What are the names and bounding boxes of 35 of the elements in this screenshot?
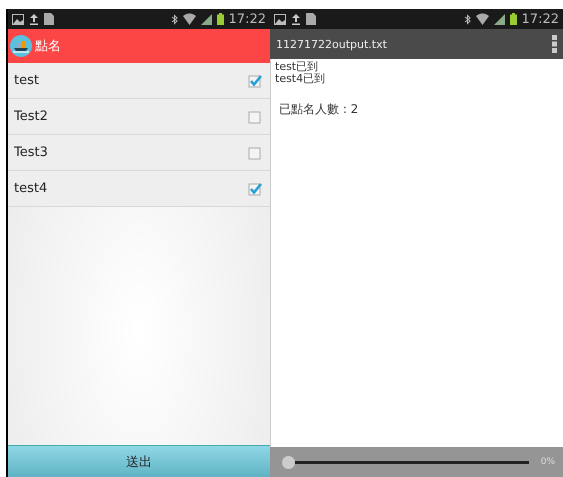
upload-icon [291,13,301,25]
status-time: 17:22 [228,12,266,26]
checkbox[interactable] [248,182,262,196]
checkbox[interactable] [248,146,262,160]
picture-icon [274,14,286,24]
app-title: 點名 [35,38,61,55]
sd-card-icon [44,13,54,25]
signal-icon [494,14,505,24]
bluetooth-icon [464,14,471,24]
list-item-label: Test3 [14,145,49,160]
ship-icon [10,35,32,57]
picture-icon [12,14,24,24]
attendance-count: 已點名人數 : 2 [278,101,360,118]
status-time: 17:22 [522,12,559,26]
slider-thumb[interactable] [282,456,295,468]
list-item-label: Test2 [14,109,49,124]
battery-icon [216,13,224,25]
progress-reading: 0% [540,457,555,467]
sd-card-icon [306,13,316,25]
list-item-label: test [14,73,40,88]
file-title: 11271722output.txt [276,38,387,50]
output-line: test已到 [275,61,320,73]
signal-icon [200,14,212,24]
wifi-icon [476,13,489,25]
seek-slider[interactable] [282,456,529,468]
bluetooth-icon [170,14,178,24]
upload-icon [29,13,39,25]
overflow-menu-icon[interactable] [552,35,557,53]
list-item-label: test4 [14,181,48,196]
battery-icon [510,13,517,25]
output-line: test4已到 [275,73,326,85]
checkbox[interactable] [248,74,262,88]
wifi-icon [182,13,196,25]
checkbox[interactable] [248,110,262,124]
submit-button[interactable]: 送出 [8,445,270,477]
